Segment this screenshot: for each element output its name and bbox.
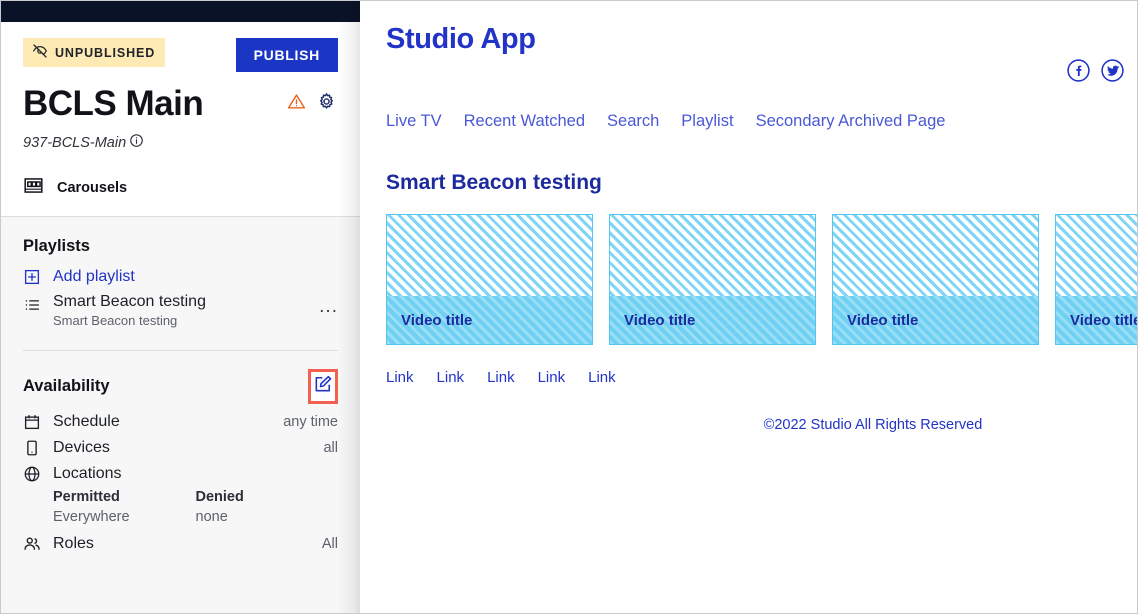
- page-subtitle: 937-BCLS-Main: [23, 134, 127, 151]
- schedule-label: Schedule: [53, 412, 120, 430]
- warning-triangle-icon[interactable]: [287, 92, 306, 116]
- footer-link[interactable]: Link: [588, 369, 616, 386]
- nav-item-recent-watched[interactable]: Recent Watched: [464, 112, 585, 131]
- app-title: Studio App: [386, 23, 536, 55]
- sidebar-header: UNPUBLISHED PUBLISH BCLS Main 937-BCLS-M…: [1, 22, 360, 216]
- availability-heading: Availability: [23, 376, 110, 395]
- video-card-list: Video title Video title Video title Vide…: [386, 214, 1137, 345]
- gear-icon[interactable]: [317, 92, 336, 116]
- plus-square-icon: [23, 268, 53, 286]
- availability-row-roles[interactable]: Roles All: [23, 531, 338, 557]
- denied-value: none: [195, 508, 228, 525]
- video-card-footer: Video title: [1056, 296, 1137, 344]
- denied-heading: Denied: [195, 488, 244, 505]
- video-card-footer: Video title: [833, 296, 1038, 344]
- availability-header: Availability: [23, 368, 338, 404]
- carousels-icon: [23, 175, 44, 201]
- list-item-texts: Smart Beacon testing Smart Beacon testin…: [53, 292, 319, 328]
- sidebar: UNPUBLISHED PUBLISH BCLS Main 937-BCLS-M…: [1, 1, 360, 613]
- page-title: BCLS Main: [23, 84, 204, 123]
- social-icon-group: [1066, 23, 1125, 88]
- add-playlist-button[interactable]: Add playlist: [23, 264, 338, 290]
- schedule-value: any time: [283, 413, 338, 430]
- preview-link-row: Link Link Link Link Link: [386, 369, 1137, 386]
- status-and-publish-row: UNPUBLISHED PUBLISH: [23, 38, 338, 72]
- sidebar-content: Playlists Add playlist Smart Beacon test…: [1, 216, 360, 613]
- permitted-heading: Permitted: [53, 488, 120, 505]
- device-phone-icon: [23, 439, 53, 457]
- video-card-title: Video title: [847, 311, 919, 329]
- list-icon: [23, 292, 53, 314]
- preview-nav: Live TV Recent Watched Search Playlist S…: [386, 112, 1137, 131]
- availability-row-schedule[interactable]: Schedule any time: [23, 409, 338, 435]
- footer-link[interactable]: Link: [538, 369, 566, 386]
- subtitle-row: 937-BCLS-Main: [23, 133, 338, 153]
- sidebar-item-carousels[interactable]: Carousels: [23, 175, 338, 216]
- playlists-heading: Playlists: [23, 236, 90, 255]
- video-card-title: Video title: [401, 311, 473, 329]
- video-card[interactable]: Video title: [609, 214, 816, 345]
- info-icon[interactable]: [129, 133, 144, 153]
- copyright-text: ©2022 Studio All Rights Reserved: [763, 417, 983, 433]
- app-window: UNPUBLISHED PUBLISH BCLS Main 937-BCLS-M…: [0, 0, 1138, 614]
- locations-denied-column: Denied none: [196, 489, 339, 525]
- publish-button[interactable]: PUBLISH: [235, 38, 338, 72]
- locations-permitted-column: Permitted Everywhere: [53, 489, 196, 525]
- locations-detail-grid: Permitted Everywhere Denied none: [23, 489, 338, 525]
- availability-row-devices[interactable]: Devices all: [23, 435, 338, 461]
- status-badge: UNPUBLISHED: [23, 38, 166, 67]
- footer-link[interactable]: Link: [437, 369, 465, 386]
- video-card[interactable]: Video title: [386, 214, 593, 345]
- footer-link[interactable]: Link: [386, 369, 414, 386]
- status-badge-label: UNPUBLISHED: [55, 45, 156, 60]
- edit-availability-button[interactable]: [308, 368, 338, 404]
- preview-section-title: Smart Beacon testing: [386, 171, 602, 194]
- footer-link[interactable]: Link: [487, 369, 515, 386]
- facebook-icon[interactable]: [1066, 58, 1091, 88]
- edit-pencil-icon: [313, 374, 333, 399]
- locations-label: Locations: [53, 464, 122, 482]
- devices-label: Devices: [53, 438, 110, 456]
- playlist-description: Smart Beacon testing: [53, 312, 178, 328]
- availability-row-locations[interactable]: Locations: [23, 461, 338, 487]
- title-icon-group: [287, 92, 338, 116]
- twitter-icon[interactable]: [1100, 58, 1125, 88]
- title-row: BCLS Main: [23, 84, 338, 124]
- top-bar: [1, 1, 360, 22]
- nav-item-live-tv[interactable]: Live TV: [386, 112, 442, 131]
- preview-pane: Studio App Live TV Recent Watched Search…: [360, 1, 1137, 613]
- roles-value: All: [321, 535, 338, 552]
- video-card-title: Video title: [1070, 311, 1137, 329]
- users-icon: [23, 535, 53, 553]
- globe-icon: [23, 465, 53, 483]
- roles-label: Roles: [53, 534, 94, 552]
- calendar-icon: [23, 413, 53, 431]
- nav-item-search[interactable]: Search: [607, 112, 659, 131]
- carousels-label: Carousels: [57, 179, 128, 196]
- playlist-name: Smart Beacon testing: [53, 292, 206, 310]
- devices-value: all: [323, 439, 338, 456]
- video-card-footer: Video title: [610, 296, 815, 344]
- video-card-footer: Video title: [387, 296, 592, 344]
- video-card[interactable]: Video title: [1055, 214, 1137, 345]
- video-card[interactable]: Video title: [832, 214, 1039, 345]
- nav-item-playlist[interactable]: Playlist: [681, 112, 733, 131]
- eye-off-icon: [32, 43, 48, 62]
- playlist-overflow-menu-button[interactable]: ...: [319, 292, 338, 315]
- list-item[interactable]: Smart Beacon testing Smart Beacon testin…: [23, 290, 338, 328]
- sidebar-divider-availability: [23, 349, 338, 351]
- video-card-title: Video title: [624, 311, 696, 329]
- permitted-value: Everywhere: [53, 508, 130, 525]
- add-playlist-label: Add playlist: [53, 267, 135, 285]
- nav-item-secondary-archived-page[interactable]: Secondary Archived Page: [756, 112, 946, 131]
- preview-header: Studio App: [386, 23, 1137, 88]
